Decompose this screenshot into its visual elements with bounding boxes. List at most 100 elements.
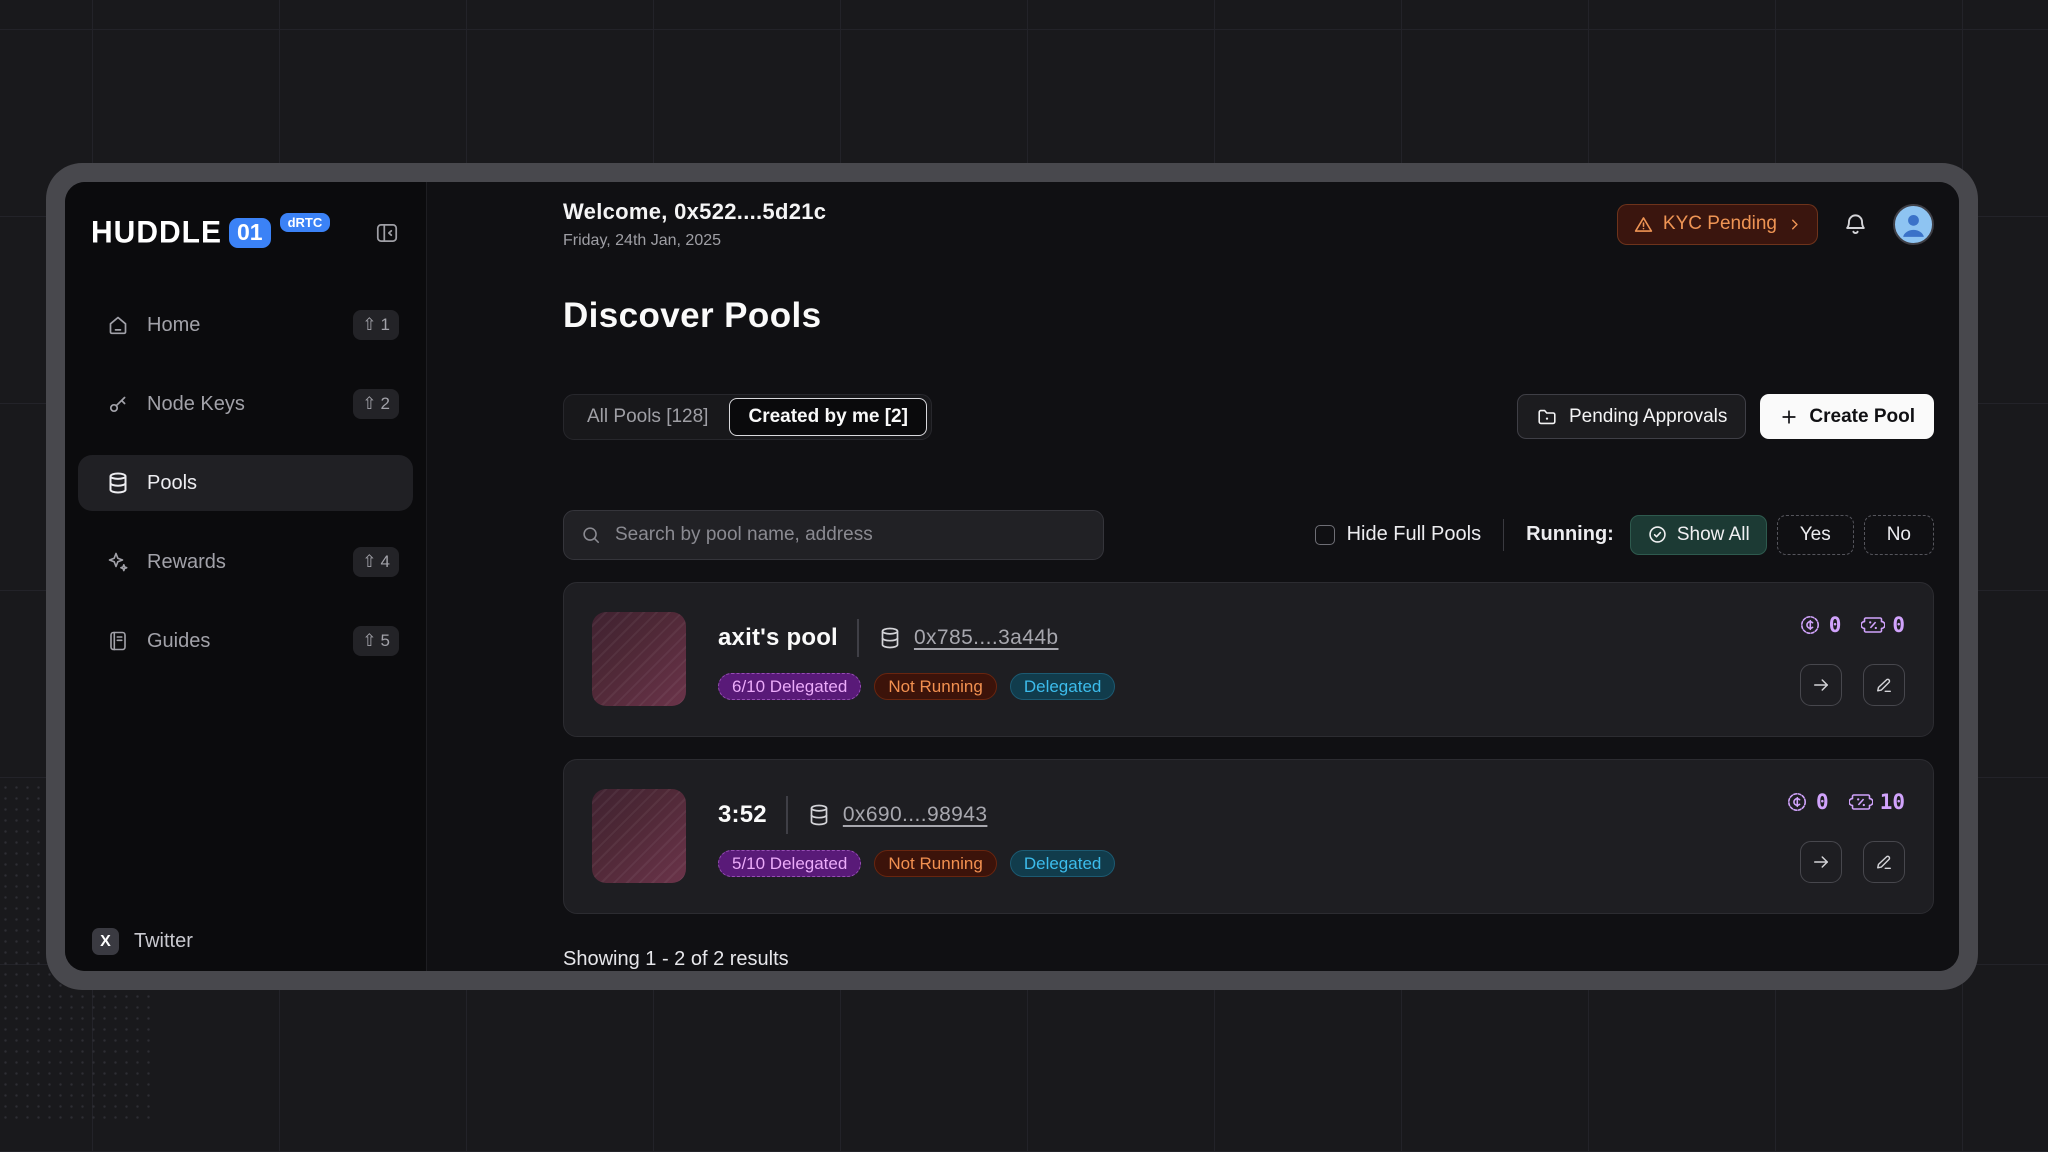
sparkles-icon bbox=[106, 550, 130, 574]
brand-01-badge: 01 bbox=[229, 218, 271, 248]
sidebar-item-label: Home bbox=[147, 314, 200, 337]
hide-full-pools-checkbox[interactable] bbox=[1315, 525, 1335, 545]
tickets-stat: 10 bbox=[1849, 790, 1905, 814]
sidebar-item-label: Guides bbox=[147, 630, 210, 653]
coin-icon bbox=[1798, 613, 1822, 637]
brand-logo: HUDDLE 01 dRTC bbox=[91, 215, 400, 251]
page-title: Discover Pools bbox=[563, 296, 1934, 336]
divider bbox=[857, 619, 859, 657]
pool-address-link[interactable]: 0x785....3a44b bbox=[914, 626, 1059, 650]
hide-full-pools-label: Hide Full Pools bbox=[1347, 523, 1482, 546]
book-icon bbox=[106, 629, 130, 653]
sidebar-item-label: Node Keys bbox=[147, 393, 245, 416]
results-summary: Showing 1 - 2 of 2 results bbox=[563, 947, 1934, 971]
running-no-button[interactable]: No bbox=[1864, 515, 1934, 555]
pool-right: 0 10 bbox=[1785, 760, 1905, 913]
home-icon bbox=[106, 313, 130, 337]
topbar-right: KYC Pending bbox=[1617, 204, 1934, 245]
plus-icon bbox=[1779, 407, 1799, 427]
create-pool-button[interactable]: Create Pool bbox=[1760, 394, 1934, 439]
pool-info: 3:52 0x690....98943 5/10 Delegated Not R… bbox=[718, 795, 1115, 877]
kyc-pending-button[interactable]: KYC Pending bbox=[1617, 204, 1818, 245]
sidebar: HUDDLE 01 dRTC Home ⇧ 1 Node Keys ⇧ bbox=[65, 182, 426, 971]
running-status-badge: Not Running bbox=[874, 673, 997, 700]
shift-icon: ⇧ bbox=[362, 631, 376, 651]
divider bbox=[786, 796, 788, 834]
search-icon bbox=[580, 524, 602, 546]
sidebar-item-pools[interactable]: Pools bbox=[78, 455, 413, 511]
controls-right: Pending Approvals Create Pool bbox=[1517, 394, 1934, 439]
pool-thumbnail bbox=[592, 612, 686, 706]
pool-address-link[interactable]: 0x690....98943 bbox=[843, 803, 988, 827]
running-status-badge: Not Running bbox=[874, 850, 997, 877]
delegation-badge: 5/10 Delegated bbox=[718, 850, 861, 877]
arrow-right-icon bbox=[1811, 675, 1831, 695]
date-text: Friday, 24th Jan, 2025 bbox=[563, 232, 826, 250]
credits-stat: 0 bbox=[1798, 613, 1842, 637]
badge-row: 6/10 Delegated Not Running Delegated bbox=[718, 673, 1115, 700]
key-icon bbox=[106, 392, 130, 416]
pencil-icon bbox=[1874, 852, 1894, 872]
delegated-status-badge: Delegated bbox=[1010, 673, 1116, 700]
welcome-text: Welcome, 0x522....5d21c bbox=[563, 199, 826, 225]
running-label: Running: bbox=[1526, 523, 1614, 546]
pool-tabs: All Pools [128] Created by me [2] bbox=[563, 394, 932, 440]
pool-right: 0 0 bbox=[1798, 583, 1905, 736]
sidebar-item-label: Rewards bbox=[147, 551, 226, 574]
app-window: HUDDLE 01 dRTC Home ⇧ 1 Node Keys ⇧ bbox=[65, 182, 1959, 971]
shift-icon: ⇧ bbox=[362, 394, 376, 414]
delegation-badge: 6/10 Delegated bbox=[718, 673, 861, 700]
edit-pool-button[interactable] bbox=[1863, 841, 1905, 883]
brand-wordmark: HUDDLE bbox=[91, 215, 222, 251]
search-input[interactable] bbox=[615, 524, 1087, 546]
stats-row: 0 0 bbox=[1798, 613, 1905, 637]
ticket-icon bbox=[1861, 613, 1885, 637]
x-twitter-icon[interactable]: X bbox=[92, 928, 119, 955]
tab-created-by-me[interactable]: Created by me [2] bbox=[729, 398, 926, 436]
database-icon bbox=[807, 803, 831, 827]
arrow-right-icon bbox=[1811, 852, 1831, 872]
pool-name: axit's pool bbox=[718, 624, 838, 652]
sidebar-item-guides[interactable]: Guides ⇧ 5 bbox=[78, 613, 413, 669]
credits-stat: 0 bbox=[1785, 790, 1829, 814]
app-window-frame: HUDDLE 01 dRTC Home ⇧ 1 Node Keys ⇧ bbox=[46, 163, 1978, 990]
filter-row: Hide Full Pools Running: Show All Yes No bbox=[563, 510, 1934, 560]
pool-thumbnail bbox=[592, 789, 686, 883]
pool-card: axit's pool 0x785....3a44b 6/10 Delegate… bbox=[563, 582, 1934, 737]
warning-icon bbox=[1633, 214, 1654, 235]
check-circle-icon bbox=[1647, 524, 1668, 545]
pending-approvals-button[interactable]: Pending Approvals bbox=[1517, 394, 1746, 439]
pencil-icon bbox=[1874, 675, 1894, 695]
chevron-right-icon bbox=[1786, 216, 1803, 233]
twitter-link[interactable]: Twitter bbox=[134, 930, 193, 953]
shortcut-badge: ⇧ 5 bbox=[353, 626, 399, 656]
database-icon bbox=[878, 626, 902, 650]
sidebar-item-home[interactable]: Home ⇧ 1 bbox=[78, 297, 413, 353]
pool-name: 3:52 bbox=[718, 801, 767, 829]
search-box bbox=[563, 510, 1104, 560]
notification-bell-icon[interactable] bbox=[1842, 211, 1869, 238]
delegated-status-badge: Delegated bbox=[1010, 850, 1116, 877]
sidebar-item-rewards[interactable]: Rewards ⇧ 4 bbox=[78, 534, 413, 590]
edit-pool-button[interactable] bbox=[1863, 664, 1905, 706]
welcome-block: Welcome, 0x522....5d21c Friday, 24th Jan… bbox=[563, 199, 826, 250]
pool-card: 3:52 0x690....98943 5/10 Delegated Not R… bbox=[563, 759, 1934, 914]
brand-drtc-badge: dRTC bbox=[280, 213, 331, 232]
stats-row: 0 10 bbox=[1785, 790, 1905, 814]
tab-all-pools[interactable]: All Pools [128] bbox=[568, 398, 727, 436]
ticket-icon bbox=[1849, 790, 1873, 814]
shortcut-badge: ⇧ 2 bbox=[353, 389, 399, 419]
sidebar-item-label: Pools bbox=[147, 472, 197, 495]
sidebar-footer: X Twitter bbox=[78, 928, 413, 961]
sidebar-collapse-icon[interactable] bbox=[374, 220, 400, 246]
pool-head: axit's pool 0x785....3a44b bbox=[718, 618, 1115, 658]
shortcut-badge: ⇧ 4 bbox=[353, 547, 399, 577]
action-row bbox=[1800, 664, 1905, 706]
open-pool-button[interactable] bbox=[1800, 841, 1842, 883]
sidebar-item-node-keys[interactable]: Node Keys ⇧ 2 bbox=[78, 376, 413, 432]
running-yes-button[interactable]: Yes bbox=[1777, 515, 1854, 555]
running-show-all-button[interactable]: Show All bbox=[1630, 515, 1767, 555]
avatar[interactable] bbox=[1893, 204, 1934, 245]
open-pool-button[interactable] bbox=[1800, 664, 1842, 706]
coin-icon bbox=[1785, 790, 1809, 814]
